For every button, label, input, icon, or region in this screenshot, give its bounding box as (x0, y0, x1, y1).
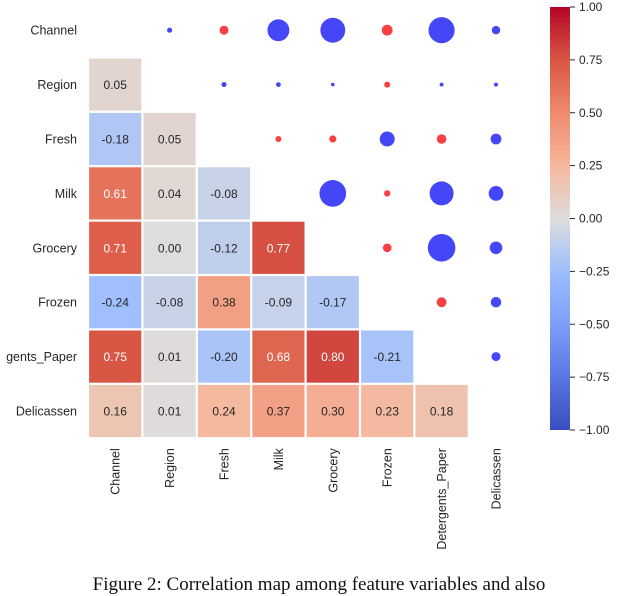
corr-circle-Fresh-Milk (275, 136, 282, 142)
cell-value-label: -0.08 (156, 296, 184, 310)
cell-value-label: -0.12 (210, 241, 238, 255)
corr-circle-Region-Grocery (331, 82, 335, 87)
cell-value-label: -0.18 (102, 133, 130, 147)
cell-value-label: 0.16 (104, 405, 128, 419)
corr-circle-Milk-Grocery (319, 180, 347, 207)
cell-value-label: 0.00 (158, 241, 182, 255)
colorbar-gradient (550, 7, 570, 430)
cell-value-label: 0.37 (267, 405, 291, 419)
cell-value-label: 0.80 (321, 350, 345, 364)
y-axis-tick-labels: Channel Region Fresh Milk Grocery Frozen gents… (6, 24, 78, 419)
x-tick-label: Grocery (326, 447, 340, 492)
corr-circle-Milk-Frozen (384, 190, 391, 197)
cell-value-label: -0.08 (210, 187, 238, 201)
corr-circle-Region-Frozen (384, 81, 391, 88)
x-tick-label: Delicassen (490, 448, 504, 509)
cell-value-label: -0.09 (265, 296, 293, 310)
y-tick-label: Grocery (33, 241, 78, 255)
heatmap-cells: 0.05 -0.18 0.05 0.61 0.04 -0.08 0.71 0.00 -0.12 0… (89, 58, 468, 438)
cell-value-label: 0.71 (104, 241, 128, 255)
corr-circle-Region-Fresh (221, 82, 227, 88)
corr-circle-Grocery-Detergents_Paper (427, 234, 456, 262)
y-tick-label: Region (37, 78, 77, 92)
cell-value-label: 0.61 (104, 187, 128, 201)
cell-value-label: 0.30 (321, 405, 345, 419)
corr-circle-Region-Delicassen (494, 82, 498, 87)
colorbar-tick-label: −0.75 (579, 370, 610, 384)
cell-value-label: 0.05 (158, 133, 182, 147)
colorbar-tick-label: 0.75 (579, 53, 603, 67)
colorbar-tick-label: 0.50 (579, 106, 603, 120)
corr-circle-Channel-Detergents_Paper (428, 17, 455, 44)
cell-value-label: 0.68 (267, 350, 291, 364)
corr-circle-Channel-Delicassen (491, 26, 501, 35)
x-tick-label: Fresh (218, 448, 232, 480)
cell-value-label: 0.18 (430, 405, 454, 419)
x-tick-label: Channel (109, 448, 123, 495)
corr-circle-Grocery-Frozen (382, 243, 392, 253)
cell-value-label: 0.24 (212, 405, 236, 419)
corr-circle-Fresh-Detergents_Paper (436, 134, 447, 144)
corr-circle-Fresh-Frozen (379, 131, 395, 147)
cell-value-label: -0.21 (374, 350, 402, 364)
y-tick-label: Delicassen (16, 405, 77, 419)
colorbar-tick-label: 0.00 (579, 212, 603, 226)
cell-value-label: 0.04 (158, 187, 182, 201)
corr-circle-Channel-Region (167, 27, 173, 33)
corr-circle-Fresh-Delicassen (490, 133, 502, 145)
cell-value-label: 0.75 (104, 350, 128, 364)
corr-circle-Channel-Milk (267, 19, 290, 42)
corr-circle-Region-Detergents_Paper (439, 82, 444, 87)
cell-value-label: 0.01 (158, 405, 182, 419)
y-tick-label: Channel (30, 24, 77, 38)
cell-value-label: 0.23 (376, 405, 400, 419)
cell-value-label: -0.20 (210, 350, 238, 364)
corr-circle-Channel-Fresh (219, 25, 229, 35)
corr-circle-Channel-Grocery (320, 17, 346, 43)
corr-circle-Channel-Frozen (381, 24, 393, 36)
corr-circle-Frozen-Detergents_Paper (436, 297, 447, 308)
y-tick-label: Fresh (45, 133, 77, 147)
cell-value-label: 0.77 (267, 241, 291, 255)
cell-value-label: -0.17 (319, 296, 347, 310)
colorbar-tick-label: 0.25 (579, 159, 603, 173)
corr-circle-Region-Milk (276, 82, 281, 87)
corr-circle-Milk-Detergents_Paper (429, 181, 454, 206)
colorbar-tick-label: −0.25 (579, 264, 610, 278)
colorbar-tick-label: −1.00 (579, 423, 610, 437)
x-tick-label: Frozen (381, 448, 395, 487)
colorbar-ticks: 1.00 0.75 0.50 0.25 0.00 −0.25 −0.50 −0.75 −1.00 (570, 0, 610, 437)
y-tick-label: Milk (55, 187, 78, 201)
corr-circle-Grocery-Delicassen (489, 241, 503, 255)
corr-circle-Milk-Delicassen (488, 186, 504, 201)
figure-caption: Figure 2: Correlation map among feature … (92, 574, 546, 595)
cell-value-label: 0.01 (158, 350, 182, 364)
colorbar-tick-label: −0.50 (579, 317, 610, 331)
cell-value-label: -0.24 (102, 296, 130, 310)
x-tick-label: Region (163, 448, 177, 488)
y-tick-label: gents_Paper (6, 350, 77, 364)
corr-circle-Fresh-Grocery (329, 135, 337, 143)
colorbar: 1.00 0.75 0.50 0.25 0.00 −0.25 −0.50 −0.75 −1.00 (550, 0, 610, 437)
x-tick-label: Milk (272, 447, 286, 470)
colorbar-tick-label: 1.00 (579, 0, 603, 14)
cell-value-label: 0.38 (212, 296, 236, 310)
y-tick-label: Frozen (38, 296, 77, 310)
corr-circle-Frozen-Delicassen (490, 296, 502, 308)
corr-circle-Detergents_Paper-Delicassen (491, 352, 501, 362)
x-axis-tick-labels: Channel Region Fresh Milk Grocery Frozen Deter… (109, 447, 504, 549)
cell-value-label: 0.05 (104, 78, 128, 92)
x-tick-label: Detergents_Paper (435, 448, 449, 549)
correlation-heatmap: 0.05 -0.18 0.05 0.61 0.04 -0.08 0.71 0.00 -0.12 0… (6, 0, 610, 550)
